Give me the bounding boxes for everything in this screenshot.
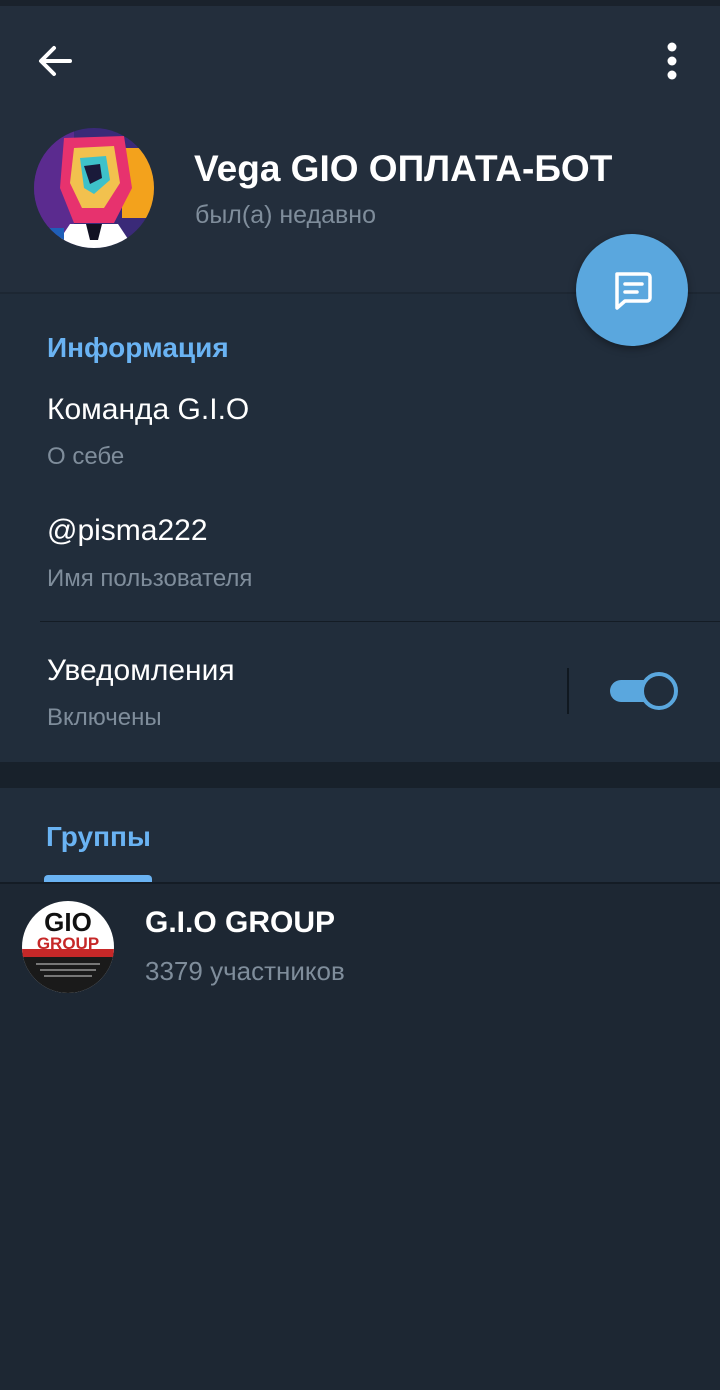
group-logo-icon: GIO GROUP [22, 901, 114, 993]
avatar-portrait-icon [34, 128, 154, 248]
group-logo-text-bottom: GROUP [37, 934, 99, 953]
toggle-knob [640, 672, 678, 710]
group-members-count: 3379 участников [145, 956, 345, 986]
vertical-separator [567, 668, 569, 714]
message-icon [615, 272, 652, 310]
list-item[interactable]: GIO GROUP G.I.O GROUP 3379 участников [0, 884, 720, 1004]
notifications-title: Уведомления [47, 654, 235, 687]
back-button[interactable] [30, 36, 80, 86]
bio-label: О себе [47, 443, 125, 470]
tab-groups[interactable]: Группы [46, 821, 151, 853]
more-vertical-icon [667, 42, 677, 80]
bio-value: Команда G.I.O [47, 393, 250, 426]
notifications-status: Включены [47, 704, 162, 731]
send-message-button[interactable] [576, 234, 688, 346]
group-avatar: GIO GROUP [22, 901, 114, 993]
status-bar-strip [0, 0, 720, 6]
divider [40, 621, 720, 622]
group-logo-text-top: GIO [44, 907, 92, 937]
group-name: G.I.O GROUP [145, 906, 336, 939]
username-value: @pisma222 [47, 514, 208, 547]
info-section-title: Информация [47, 332, 229, 363]
groups-tab-bar: Группы [0, 788, 720, 882]
username-label: Имя пользователя [47, 565, 253, 592]
profile-status: был(а) недавно [195, 201, 377, 229]
avatar[interactable] [34, 128, 154, 248]
section-gap [0, 762, 720, 788]
more-options-button[interactable] [650, 36, 694, 86]
notifications-toggle[interactable] [610, 672, 678, 710]
info-section: Информация Команда G.I.O О себе @pisma22… [0, 294, 720, 762]
tab-indicator [44, 875, 152, 882]
profile-name: Vega GIO ОПЛАТА-БОТ [194, 148, 613, 189]
profile-screen: Vega GIO ОПЛАТА-БОТ был(а) недавно Инфор… [0, 0, 720, 1390]
arrow-left-icon [39, 46, 72, 76]
